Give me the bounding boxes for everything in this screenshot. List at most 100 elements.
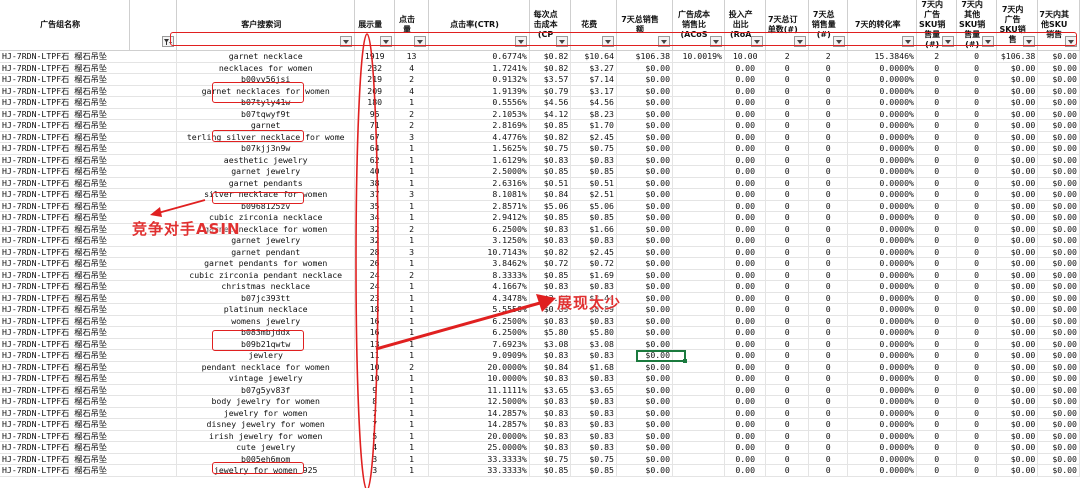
cell-impr[interactable]: 7 [354,407,395,419]
cell-acos[interactable] [672,211,725,224]
cell-otherskusales[interactable]: $0.00 [1037,211,1080,224]
cell-acos[interactable] [672,154,725,166]
cell-clicks[interactable]: 2 [394,269,430,281]
cell-group[interactable]: HJ-7RDN-LTPF石 榴石吊坠 [0,188,177,201]
cell-impr[interactable]: 24 [354,280,395,293]
cell-adskusales[interactable]: $0.00 [996,108,1039,120]
cell-term[interactable]: disney jewelry for women [176,418,356,431]
cell-othersku[interactable]: 0 [956,211,997,224]
cell-impr[interactable]: 71 [354,119,395,132]
cell-cpc[interactable]: $0.83 [529,154,572,166]
cell-sales7[interactable]: $0.00 [616,234,674,247]
cell-othersku[interactable]: 0 [956,418,997,431]
cell-ctr[interactable]: 33.3333% [428,464,530,477]
cell-sales7[interactable]: $0.00 [616,372,674,385]
cell-sales7[interactable]: $0.00 [616,119,674,132]
cell-orders7[interactable]: 0 [765,200,809,212]
table-row[interactable]: HJ-7RDN-LTPF石 榴石吊坠 b07kjj3n9w 64 1 1.5625% $0… [0,142,1080,155]
cell-impr[interactable]: 180 [354,96,395,109]
cell-clicks[interactable]: 2 [394,119,430,132]
cell-impr[interactable]: 40 [354,165,395,178]
cell-impr[interactable]: 232 [354,62,395,74]
cell-othersku[interactable]: 0 [956,257,997,270]
cell-otherskusales[interactable]: $0.00 [1037,50,1080,63]
cell-cpc[interactable]: $0.83 [529,223,572,235]
cell-acos[interactable] [672,361,725,373]
cell-term[interactable]: b07jc393tt [176,292,356,304]
cell-term[interactable]: cute jewelry [176,441,356,454]
cell-adsku[interactable]: 0 [916,223,958,235]
cell-otherskusales[interactable]: $0.00 [1037,395,1080,408]
cell-othersku[interactable]: 0 [956,292,997,304]
cell-roas[interactable]: 0.00 [724,384,767,396]
cell-units7[interactable]: 0 [808,407,849,419]
cell-group[interactable]: HJ-7RDN-LTPF石 榴石吊坠 [0,142,177,155]
cell-group[interactable]: HJ-7RDN-LTPF石 榴石吊坠 [0,326,177,339]
cell-group[interactable]: HJ-7RDN-LTPF石 榴石吊坠 [0,108,177,120]
cell-adsku[interactable]: 0 [916,292,958,304]
cell-adskusales[interactable]: $0.00 [996,407,1039,419]
cell-clicks[interactable]: 1 [394,418,430,431]
table-row[interactable]: HJ-7RDN-LTPF石 榴石吊坠 jewelry for women 7 1 14.… [0,407,1080,419]
cell-sales7[interactable]: $0.00 [616,165,674,178]
cell-sales7[interactable]: $0.00 [616,142,674,155]
cell-roas[interactable]: 0.00 [724,154,767,166]
table-row[interactable]: HJ-7RDN-LTPF石 榴石吊坠 cute jewelry 4 1 25.0000%… [0,441,1080,454]
cell-adsku[interactable]: 0 [916,395,958,408]
cell-group[interactable]: HJ-7RDN-LTPF石 榴石吊坠 [0,453,177,465]
cell-clicks[interactable]: 4 [394,85,430,97]
cell-cpc[interactable]: $0.82 [529,50,572,63]
cell-otherskusales[interactable]: $0.00 [1037,188,1080,201]
table-row[interactable]: HJ-7RDN-LTPF石 榴石吊坠 garnet necklace 1919 13 0… [0,50,1080,63]
cell-adskusales[interactable]: $0.00 [996,384,1039,396]
cell-clicks[interactable]: 4 [394,62,430,74]
cell-clicks[interactable]: 1 [394,441,430,454]
cell-clicks[interactable]: 1 [394,292,430,304]
table-row[interactable]: HJ-7RDN-LTPF石 榴石吊坠 terling silver necklac… [0,131,1080,143]
cell-cpc[interactable]: $0.83 [529,418,572,431]
cell-conv7[interactable]: 0.0000% [847,384,917,396]
cell-clicks[interactable]: 1 [394,464,430,477]
cell-spend[interactable]: $0.75 [570,453,617,465]
cell-adskusales[interactable]: $0.00 [996,154,1039,166]
cell-conv7[interactable]: 0.0000% [847,119,917,132]
cell-cpc[interactable]: $0.84 [529,188,572,201]
cell-adskusales[interactable]: $0.00 [996,62,1039,74]
cell-sales7[interactable]: $0.00 [616,188,674,201]
cell-otherskusales[interactable]: $0.00 [1037,73,1080,86]
cell-orders7[interactable]: 0 [765,407,809,419]
cell-adskusales[interactable]: $0.00 [996,361,1039,373]
cell-othersku[interactable]: 0 [956,131,997,143]
cell-units7[interactable]: 0 [808,315,849,327]
cell-sales7[interactable]: $0.00 [616,246,674,258]
cell-adsku[interactable]: 0 [916,303,958,316]
cell-units7[interactable]: 2 [808,50,849,63]
cell-units7[interactable]: 0 [808,234,849,247]
cell-group[interactable]: HJ-7RDN-LTPF石 榴石吊坠 [0,395,177,408]
cell-roas[interactable]: 0.00 [724,315,767,327]
cell-adskusales[interactable]: $0.00 [996,257,1039,270]
cell-ctr[interactable]: 6.2500% [428,223,530,235]
cell-units7[interactable]: 0 [808,269,849,281]
cell-group[interactable]: HJ-7RDN-LTPF石 榴石吊坠 [0,441,177,454]
cell-orders7[interactable]: 0 [765,338,809,350]
cell-ctr[interactable]: 14.2857% [428,418,530,431]
cell-units7[interactable]: 0 [808,303,849,316]
cell-otherskusales[interactable]: $0.00 [1037,62,1080,74]
cell-adsku[interactable]: 0 [916,154,958,166]
cell-group[interactable]: HJ-7RDN-LTPF石 榴石吊坠 [0,165,177,178]
cell-cpc[interactable]: $0.83 [529,234,572,247]
cell-term[interactable]: b07tqwyf9t [176,108,356,120]
cell-cpc[interactable]: $5.80 [529,326,572,339]
cell-sales7[interactable]: $0.00 [616,384,674,396]
cell-conv7[interactable]: 0.0000% [847,464,917,477]
cell-group[interactable]: HJ-7RDN-LTPF石 榴石吊坠 [0,372,177,385]
cell-conv7[interactable]: 0.0000% [847,246,917,258]
cell-othersku[interactable]: 0 [956,85,997,97]
cell-units7[interactable]: 0 [808,257,849,270]
table-row[interactable]: HJ-7RDN-LTPF石 榴石吊坠 aesthetic jewelry 62 1 1.… [0,154,1080,166]
cell-ctr[interactable]: 12.5000% [428,395,530,408]
cell-acos[interactable] [672,464,725,477]
cell-roas[interactable]: 0.00 [724,349,767,362]
table-row[interactable]: HJ-7RDN-LTPF石 榴石吊坠 womens jewelry 16 1 6.250… [0,315,1080,327]
